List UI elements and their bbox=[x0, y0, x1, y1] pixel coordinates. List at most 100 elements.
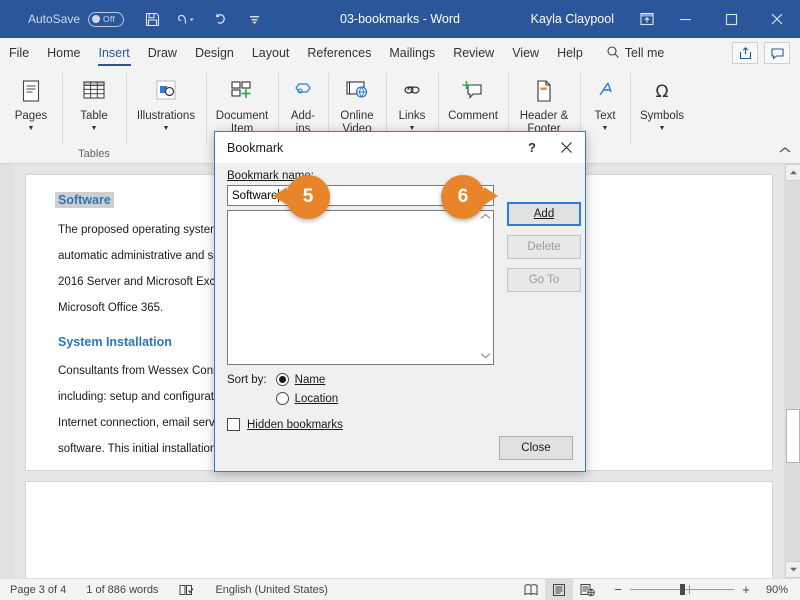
tab-label: Home bbox=[47, 46, 81, 60]
tab-label: Review bbox=[453, 46, 495, 60]
word-count-status[interactable]: 1 of 886 words bbox=[76, 579, 168, 600]
pages-icon bbox=[15, 75, 47, 107]
close-button[interactable] bbox=[754, 0, 800, 38]
dialog-title-bar: Bookmark ? bbox=[215, 132, 585, 163]
zoom-slider[interactable] bbox=[630, 584, 734, 595]
chevron-down-icon[interactable]: ▼ bbox=[28, 124, 35, 133]
tab-mailings[interactable]: Mailings bbox=[380, 38, 444, 68]
checkbox-unchecked-icon bbox=[227, 418, 240, 431]
chevron-down-icon[interactable]: ▼ bbox=[91, 124, 98, 133]
goto-button[interactable]: Go To bbox=[507, 268, 581, 292]
page-number-status[interactable]: Page 3 of 4 bbox=[0, 579, 76, 600]
autosave-state: Off bbox=[103, 14, 115, 24]
callout-badge-6: 6 bbox=[441, 175, 498, 219]
account-name[interactable]: Kayla Claypool bbox=[531, 12, 614, 26]
ribbon-display-options-icon[interactable] bbox=[632, 0, 662, 38]
tab-label: View bbox=[512, 46, 540, 60]
dialog-close-icon[interactable] bbox=[547, 132, 585, 163]
scroll-down-icon[interactable] bbox=[785, 561, 800, 578]
tab-file[interactable]: File bbox=[0, 38, 38, 68]
tab-label: Draw bbox=[147, 46, 177, 60]
read-mode-icon[interactable] bbox=[517, 579, 545, 600]
dialog-title: Bookmark bbox=[227, 140, 284, 155]
zoom-out-button[interactable]: − bbox=[613, 582, 623, 597]
autosave-toggle[interactable]: AutoSave Off bbox=[28, 11, 125, 27]
scrollbar-track[interactable] bbox=[785, 181, 800, 561]
ribbon-button-label: Table bbox=[80, 110, 108, 122]
ribbon-button-symbols[interactable]: Ω Symbols ▼ bbox=[630, 72, 694, 133]
save-icon[interactable] bbox=[142, 9, 162, 29]
close-dialog-button[interactable]: Close bbox=[499, 436, 573, 460]
help-icon[interactable]: ? bbox=[517, 132, 547, 163]
ribbon-button-add-ins[interactable]: Add-ins bbox=[278, 72, 328, 136]
bookmark-listbox[interactable] bbox=[227, 210, 494, 365]
tab-view[interactable]: View bbox=[503, 38, 548, 68]
customize-quick-access-icon[interactable] bbox=[244, 9, 264, 29]
vertical-scrollbar[interactable] bbox=[784, 164, 800, 578]
comments-icon[interactable] bbox=[764, 42, 790, 64]
zoom-slider-handle[interactable] bbox=[680, 584, 685, 595]
add-button[interactable]: Add bbox=[507, 202, 581, 226]
dialog-button-column: Add Delete Go To bbox=[507, 185, 581, 365]
ribbon-button-header-footer[interactable]: Header & Footer bbox=[508, 72, 580, 136]
chevron-down-icon[interactable] bbox=[479, 351, 492, 363]
ribbon-group-symbols: Ω Symbols ▼ bbox=[630, 68, 694, 164]
collapse-ribbon-icon[interactable] bbox=[778, 144, 792, 159]
delete-button[interactable]: Delete bbox=[507, 235, 581, 259]
header-footer-icon bbox=[528, 75, 560, 107]
scrollbar-thumb[interactable] bbox=[786, 409, 800, 463]
ribbon-button-text[interactable]: Text ▼ bbox=[580, 72, 630, 133]
minimize-button[interactable] bbox=[662, 0, 708, 38]
ribbon-button-illustrations[interactable]: Illustrations ▼ bbox=[126, 72, 206, 133]
tab-help[interactable]: Help bbox=[548, 38, 592, 68]
ribbon-button-table[interactable]: Table ▼ bbox=[62, 72, 126, 133]
hidden-bookmarks-checkbox[interactable]: Hidden bookmarks bbox=[227, 418, 573, 431]
table-icon bbox=[78, 75, 110, 107]
redo-icon[interactable] bbox=[210, 9, 230, 29]
ribbon-group-label: Tables bbox=[78, 148, 110, 160]
ribbon-button-online-video[interactable]: Online Video bbox=[328, 72, 386, 136]
maximize-button[interactable] bbox=[708, 0, 754, 38]
tab-references[interactable]: References bbox=[298, 38, 380, 68]
ribbon-button-document-item[interactable]: Document Item bbox=[206, 72, 278, 136]
scroll-up-icon[interactable] bbox=[785, 164, 800, 181]
language-status[interactable]: English (United States) bbox=[205, 579, 338, 600]
share-icon[interactable] bbox=[732, 42, 758, 64]
ribbon-button-pages[interactable]: Pages ▼ bbox=[0, 72, 62, 133]
title-bar: AutoSave Off 03-bookmarks - Word Kayla C… bbox=[0, 0, 800, 38]
tab-draw[interactable]: Draw bbox=[139, 38, 186, 68]
ribbon-button-comment[interactable]: Comment bbox=[438, 72, 508, 123]
ribbon-group-illustrations: Illustrations ▼ bbox=[126, 68, 206, 164]
heading-software[interactable]: Software bbox=[55, 192, 114, 208]
listbox-scrollbar[interactable] bbox=[477, 211, 493, 364]
ribbon-group-text: Text ▼ bbox=[580, 68, 630, 164]
tab-label: File bbox=[9, 46, 30, 60]
tab-layout[interactable]: Layout bbox=[243, 38, 299, 68]
chevron-down-icon[interactable]: ▼ bbox=[659, 124, 666, 133]
heading-system-installation[interactable]: System Installation bbox=[58, 335, 172, 349]
web-layout-icon[interactable] bbox=[573, 579, 601, 600]
ribbon-button-links[interactable]: Links ▼ bbox=[386, 72, 438, 133]
tab-review[interactable]: Review bbox=[444, 38, 503, 68]
tab-design[interactable]: Design bbox=[186, 38, 243, 68]
svg-text:Ω: Ω bbox=[656, 82, 669, 102]
document-page-2[interactable] bbox=[25, 481, 773, 578]
add-button-label: Add bbox=[533, 208, 555, 220]
tab-home[interactable]: Home bbox=[38, 38, 89, 68]
chevron-up-icon[interactable] bbox=[479, 212, 492, 224]
zoom-level-label[interactable]: 90% bbox=[758, 584, 792, 596]
undo-icon[interactable] bbox=[176, 9, 196, 29]
tab-insert[interactable]: Insert bbox=[90, 38, 139, 68]
autosave-switch[interactable]: Off bbox=[88, 11, 125, 27]
document-item-icon bbox=[226, 75, 258, 107]
chevron-down-icon[interactable]: ▼ bbox=[602, 124, 609, 133]
sort-radio-location[interactable]: Location bbox=[275, 392, 338, 405]
zoom-in-button[interactable]: + bbox=[741, 582, 751, 597]
chevron-down-icon[interactable]: ▼ bbox=[163, 124, 170, 133]
ribbon-button-label: Comment bbox=[448, 110, 498, 122]
tell-me-search[interactable]: Tell me bbox=[592, 38, 664, 68]
proofing-errors-icon[interactable] bbox=[168, 579, 205, 600]
bookmark-dialog[interactable]: Bookmark ? Bookmark name: Software Add D… bbox=[214, 131, 586, 472]
print-layout-icon[interactable] bbox=[545, 578, 573, 600]
sort-radio-name[interactable]: Name bbox=[275, 373, 338, 386]
